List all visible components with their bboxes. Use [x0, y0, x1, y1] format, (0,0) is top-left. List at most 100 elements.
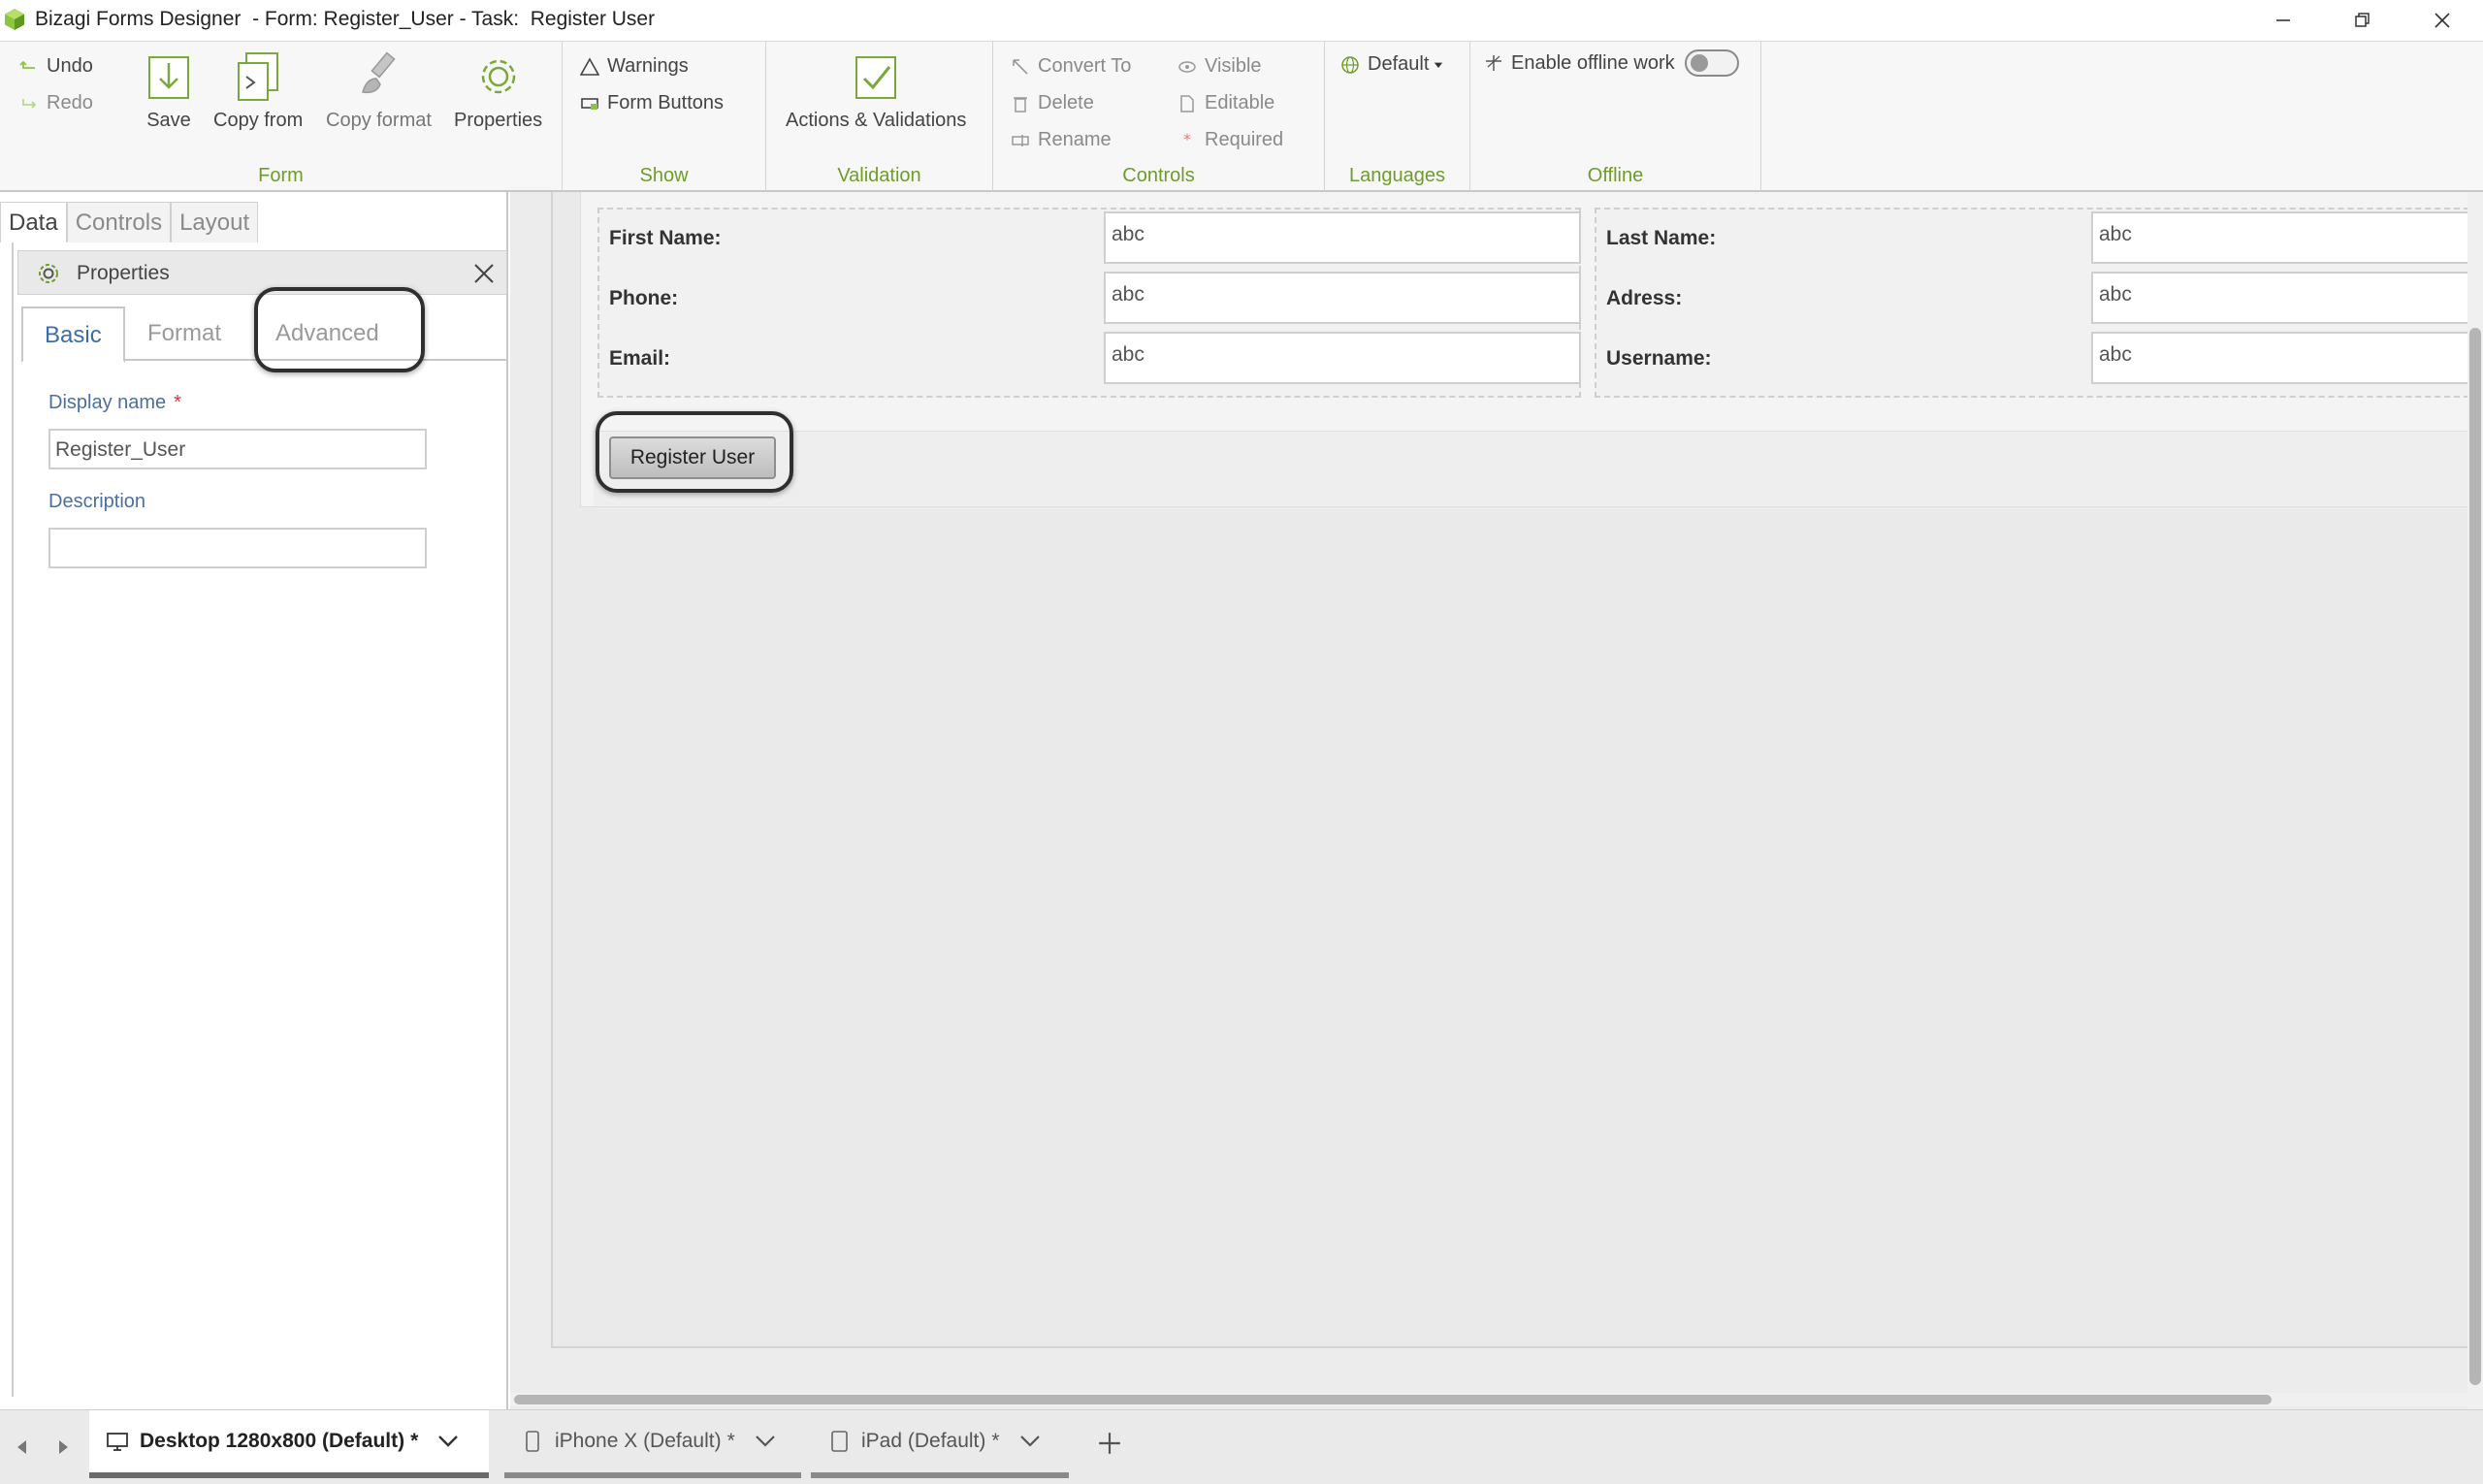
active-tab-indicator [89, 1472, 489, 1478]
first-name-input[interactable]: abc [1104, 211, 1581, 264]
scroll-tabs-left-button[interactable] [8, 1430, 37, 1465]
tab-indicator [504, 1472, 801, 1478]
warning-icon [580, 56, 599, 76]
ribbon-group-form: Undo Redo Save Copy from Copy format Pro… [0, 42, 563, 191]
copy-from-button[interactable]: Copy from [213, 49, 303, 132]
email-label: Email: [609, 347, 671, 370]
phone-icon [526, 1431, 539, 1452]
ribbon-group-label-validation: Validation [837, 165, 921, 186]
rename-button[interactable]: Rename [1011, 129, 1112, 151]
device-tab-iphone[interactable]: iPhone X (Default) * [504, 1410, 801, 1478]
left-panel-tabs: Data Controls Layout [0, 202, 259, 242]
minimize-button[interactable] [2244, 0, 2322, 41]
device-tab-desktop[interactable]: Desktop 1280x800 (Default) * [89, 1410, 489, 1478]
tab-format[interactable]: Format [126, 306, 242, 361]
address-label: Adress: [1606, 287, 1683, 309]
tab-indicator [811, 1472, 1069, 1478]
chevron-down-icon [756, 1436, 775, 1447]
visible-button[interactable]: Visible [1177, 55, 1262, 78]
plus-icon [1099, 1433, 1120, 1454]
horizontal-scrollbar[interactable] [510, 1393, 2467, 1406]
scroll-tabs-right-button[interactable] [48, 1430, 78, 1465]
ribbon: Undo Redo Save Copy from Copy format Pro… [0, 41, 2483, 192]
properties-button[interactable]: Properties [454, 49, 542, 132]
add-device-tab-button[interactable] [1086, 1424, 1133, 1463]
required-button[interactable]: * Required [1177, 129, 1283, 151]
display-name-input[interactable]: Register_User [48, 429, 427, 469]
phone-input[interactable]: abc [1104, 272, 1581, 324]
left-panel-body [12, 242, 508, 1397]
email-input[interactable]: abc [1104, 332, 1581, 384]
tab-data[interactable]: Data [0, 202, 67, 242]
trash-icon [1014, 96, 1027, 113]
eye-icon [1178, 60, 1196, 73]
checkmark-icon [855, 56, 897, 99]
username-label: Username: [1606, 347, 1712, 370]
ribbon-group-offline: Enable offline work Offline [1470, 42, 1761, 191]
horizontal-scroll-thumb[interactable] [514, 1395, 2272, 1404]
chevron-left-icon [17, 1440, 26, 1454]
required-asterisk: * [174, 392, 181, 413]
close-window-button[interactable] [2403, 0, 2481, 41]
save-icon [148, 56, 189, 99]
title-bar: Bizagi Forms Designer - Form: Register_U… [0, 0, 2483, 41]
tab-basic[interactable]: Basic [21, 306, 125, 363]
edit-icon [1180, 94, 1194, 113]
redo-button[interactable]: Redo [19, 92, 93, 114]
username-input[interactable]: abc [2091, 332, 2469, 384]
form-buttons-button[interactable]: Form Buttons [580, 92, 724, 114]
device-tabs-bar: Desktop 1280x800 (Default) * iPhone X (D… [0, 1409, 2483, 1484]
gear-icon [481, 59, 515, 94]
rename-icon [1012, 134, 1029, 146]
last-name-input[interactable]: abc [2091, 211, 2469, 264]
close-icon [474, 264, 494, 283]
language-dropdown[interactable]: Default [1340, 53, 1452, 76]
window-title: Bizagi Forms Designer - Form: Register_U… [35, 8, 656, 30]
close-properties-button[interactable] [468, 257, 500, 290]
address-input[interactable]: abc [2091, 272, 2469, 324]
editable-button[interactable]: Editable [1177, 92, 1274, 114]
first-name-label: First Name: [609, 227, 722, 249]
device-tab-ipad[interactable]: iPad (Default) * [811, 1410, 1069, 1478]
save-button[interactable]: Save [144, 49, 194, 132]
ribbon-group-label-form: Form [258, 165, 304, 186]
monitor-icon [107, 1433, 128, 1451]
enable-offline-toggle[interactable]: Enable offline work [1484, 49, 1739, 77]
offline-icon [1486, 55, 1501, 71]
restore-icon [2355, 13, 2370, 27]
ribbon-group-languages: Default Languages [1325, 42, 1470, 191]
chevron-down-icon [438, 1436, 459, 1447]
globe-icon [1341, 55, 1359, 74]
chevron-down-icon [1019, 1436, 1040, 1447]
delete-button[interactable]: Delete [1011, 92, 1094, 114]
tab-layout[interactable]: Layout [171, 202, 259, 242]
actions-validations-button[interactable]: Actions & Validations [786, 49, 966, 132]
offline-toggle-switch[interactable] [1684, 49, 1739, 77]
warnings-button[interactable]: Warnings [580, 55, 689, 78]
description-input[interactable] [48, 528, 427, 568]
paintbrush-icon [362, 51, 397, 94]
vertical-scroll-thumb[interactable] [2469, 328, 2481, 1385]
vertical-scrollbar[interactable] [2467, 192, 2483, 1409]
undo-icon [19, 60, 35, 69]
ribbon-group-label-offline: Offline [1587, 165, 1644, 186]
form-buttons-icon [581, 97, 598, 110]
ribbon-group-show: Warnings Form Buttons Show [563, 42, 766, 191]
copy-format-button[interactable]: Copy format [326, 49, 432, 132]
description-label: Description [48, 491, 146, 512]
convert-to-button[interactable]: Convert To [1011, 55, 1131, 78]
convert-icon [1013, 58, 1028, 75]
svg-text:*: * [1183, 131, 1191, 148]
redo-icon [22, 98, 37, 109]
advanced-tab-highlight [254, 287, 425, 372]
restore-button[interactable] [2324, 0, 2402, 41]
caret-down-icon [1435, 62, 1443, 68]
button-row [594, 431, 2469, 506]
undo-button[interactable]: Undo [19, 55, 93, 78]
gear-icon [39, 264, 58, 283]
ribbon-group-label-controls: Controls [1122, 165, 1195, 186]
tablet-icon [831, 1431, 848, 1452]
form-canvas: First Name: abc Phone: abc Email: abc La… [510, 192, 2469, 1409]
tab-controls[interactable]: Controls [66, 202, 172, 242]
close-icon [2435, 13, 2450, 28]
